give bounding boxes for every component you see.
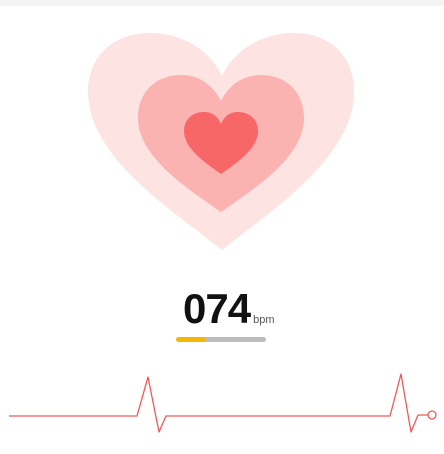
heart-rate-progress-fill [176,337,206,342]
heart-pulse-graphic [88,33,354,250]
ecg-line [9,373,428,433]
ecg-waveform-icon [9,373,437,433]
ecg-end-dot [427,410,437,420]
heart-rate-reading: 074 bpm [183,288,274,330]
heart-rate-progress-bar [176,337,266,342]
bpm-unit: bpm [253,314,275,326]
bpm-value: 074 [183,285,251,332]
